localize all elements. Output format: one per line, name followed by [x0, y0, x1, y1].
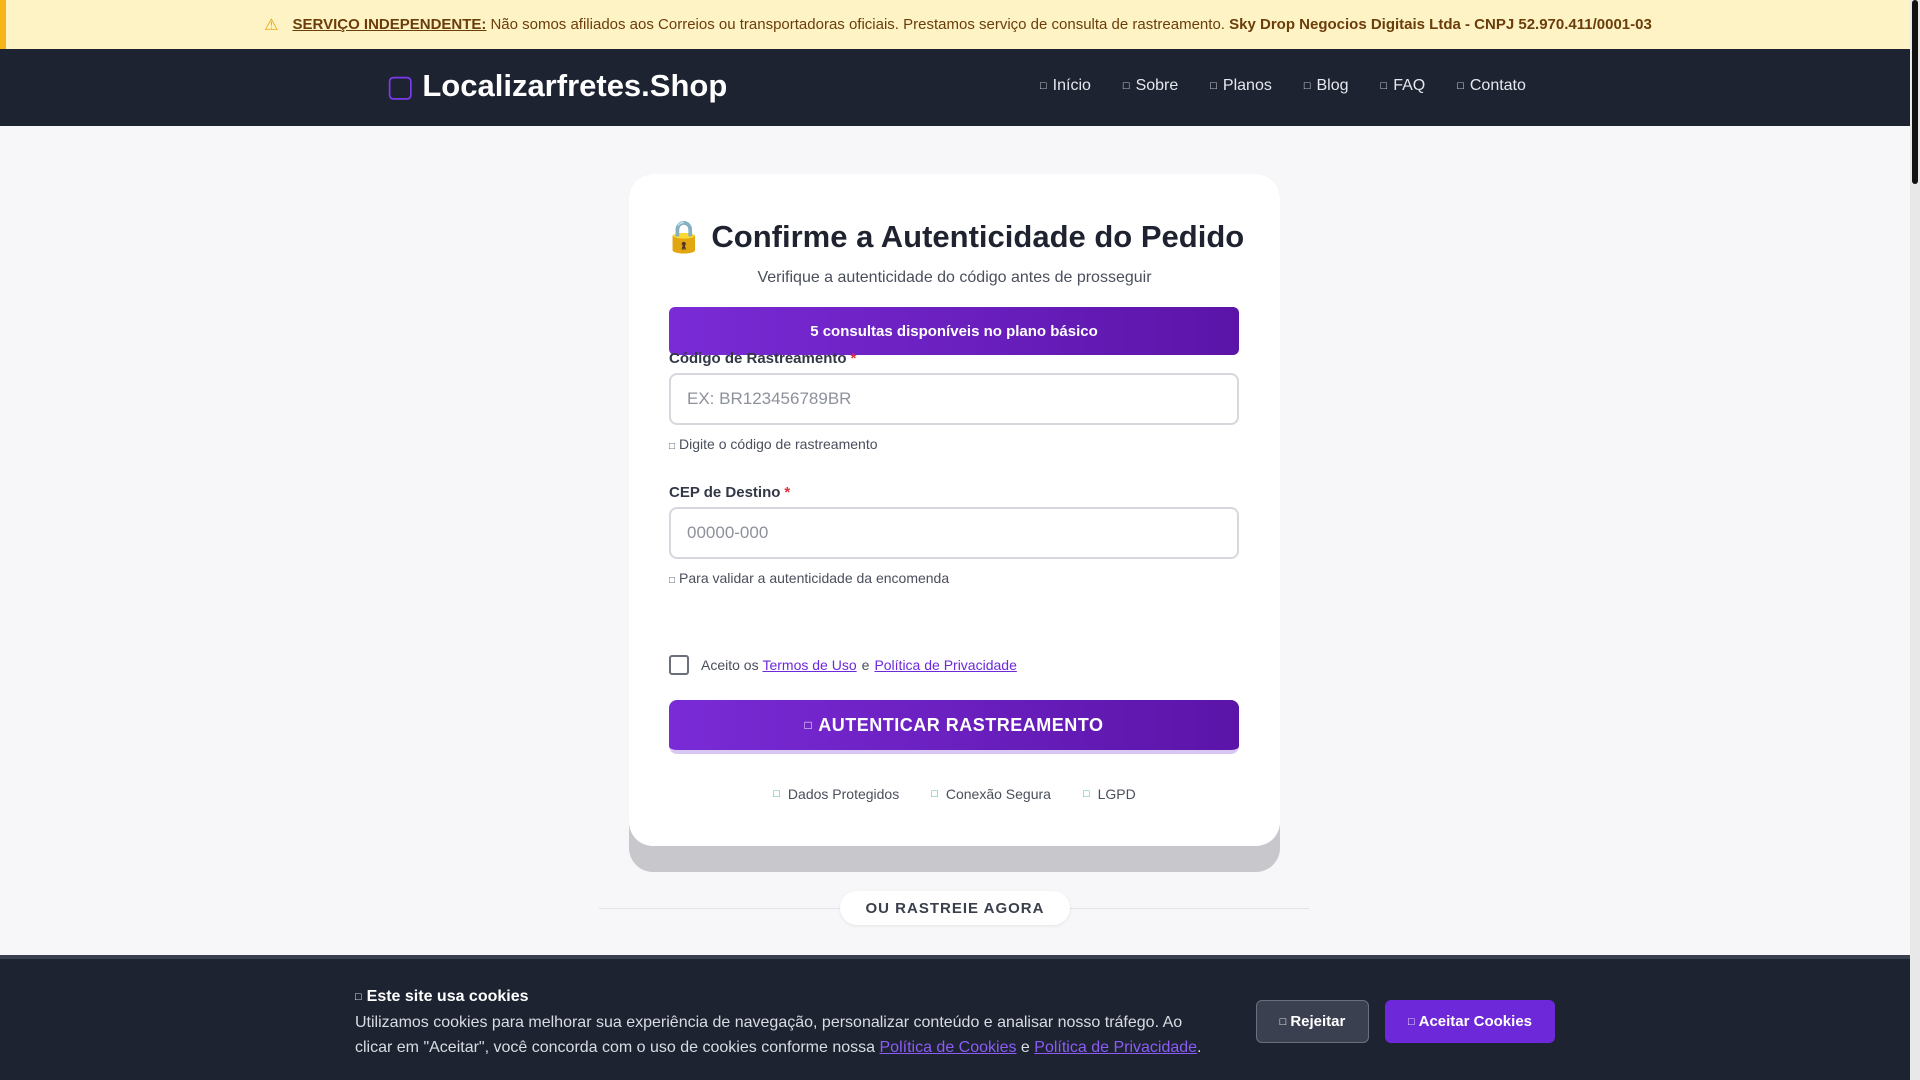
- authentication-card: 🔒 Confirme a Autenticidade do Pedido Veri…: [629, 174, 1280, 846]
- cookie-text-end: .: [1197, 1039, 1202, 1056]
- nav-item-label: Sobre: [1135, 77, 1179, 94]
- info-icon: □: [1122, 80, 1130, 92]
- mail-icon: □: [1457, 80, 1464, 92]
- notice-company: Sky Drop Negocios Digitais Ltda - CNPJ 5…: [1229, 16, 1652, 33]
- cookie-icon: □: [355, 991, 362, 1003]
- nav-item-label: Planos: [1222, 77, 1272, 94]
- cookie-privacy-link[interactable]: Política de Privacidade: [1034, 1039, 1197, 1056]
- cep-input[interactable]: [669, 507, 1239, 559]
- shield-icon: □: [773, 788, 780, 800]
- cookie-policy-link[interactable]: Política de Cookies: [880, 1039, 1017, 1056]
- close-icon: □: [1279, 1015, 1287, 1028]
- cep-label: CEP de Destino *: [669, 484, 790, 501]
- nav-item-label: Início: [1052, 77, 1091, 94]
- terms-conjunction: e: [861, 657, 870, 673]
- nav-item-inicio[interactable]: □ Início: [1040, 77, 1091, 95]
- accept-cookies-button[interactable]: □ Aceitar Cookies: [1385, 1000, 1555, 1043]
- cookie-title-text: Este site usa cookies: [366, 988, 529, 1005]
- nav-item-contato[interactable]: □ Contato: [1457, 77, 1526, 95]
- cookie-banner: □ Este site usa cookies Utilizamos cooki…: [0, 955, 1910, 1080]
- cookie-description: Utilizamos cookies para melhorar sua exp…: [355, 1010, 1215, 1060]
- badge-label: LGPD: [1097, 786, 1136, 802]
- tracking-code-label: Código de Rastreamento *: [669, 350, 856, 367]
- box-icon: ▢: [386, 69, 415, 103]
- nav-item-label: Blog: [1316, 77, 1349, 94]
- tag-icon: □: [1210, 80, 1217, 92]
- badge-secure-connection: □ Conexão Segura: [931, 786, 1051, 802]
- divider-label: OU RASTREIE AGORA: [840, 891, 1070, 925]
- scrollbar-thumb[interactable]: [1912, 0, 1918, 184]
- accept-label: Aceitar Cookies: [1418, 1013, 1533, 1030]
- badge-label: Dados Protegidos: [787, 786, 900, 802]
- nav-item-blog[interactable]: □ Blog: [1304, 77, 1349, 95]
- badge-protected-data: □ Dados Protegidos: [773, 786, 899, 802]
- nav-item-label: FAQ: [1393, 77, 1426, 94]
- blog-icon: □: [1303, 80, 1311, 92]
- required-marker: *: [784, 484, 791, 501]
- plan-banner: 5 consultas disponíveis no plano básico: [669, 307, 1239, 355]
- authenticate-tracking-button[interactable]: □ AUTENTICAR RASTREAMENTO: [669, 700, 1239, 754]
- terms-checkbox[interactable]: [669, 655, 689, 675]
- required-marker: *: [850, 350, 857, 367]
- nav-item-faq[interactable]: □ FAQ: [1381, 77, 1426, 95]
- notice-strong-label: SERVIÇO INDEPENDENTE:: [292, 16, 487, 33]
- independent-service-notice: ⚠ SERVIÇO INDEPENDENTE: Não somos afilia…: [0, 0, 1910, 49]
- authenticate-button-label: AUTENTICAR RASTREAMENTO: [818, 714, 1104, 735]
- tracking-code-hint-text: Digite o código de rastreamento: [679, 436, 878, 452]
- top-navbar: ▢ Localizarfretes.Shop □ Início □ Sobre …: [0, 49, 1910, 126]
- brand-name: Localizarfretes.Shop: [422, 68, 728, 103]
- terms-prefix: Aceito os: [701, 657, 759, 673]
- card-subtitle: Verifique a autenticidade do código ante…: [757, 269, 1152, 286]
- tracking-code-input[interactable]: [669, 373, 1239, 425]
- cep-hint-text: Para validar a autenticidade da encomend…: [679, 570, 950, 586]
- tracking-code-label-text: Código de Rastreamento: [669, 350, 847, 367]
- card-title-text: Confirme a Autenticidade do Pedido: [711, 219, 1245, 254]
- terms-of-use-link[interactable]: Termos de Uso: [762, 657, 856, 673]
- info-icon: □: [669, 575, 676, 586]
- main-menu: □ Início □ Sobre □ Planos □ Blog □ FAQ □…: [1040, 77, 1558, 95]
- notice-message: Não somos afiliados aos Correios ou tran…: [490, 16, 1225, 33]
- lock-icon: □: [931, 788, 938, 800]
- lock-icon: 🔒: [664, 219, 704, 254]
- reject-cookies-button[interactable]: □ Rejeitar: [1256, 1000, 1369, 1043]
- check-icon: □: [1407, 1015, 1415, 1028]
- cookie-title: □ Este site usa cookies: [355, 988, 529, 1006]
- tracking-code-hint: □ Digite o código de rastreamento: [669, 436, 878, 452]
- check-icon: □: [1082, 788, 1090, 800]
- card-title: 🔒 Confirme a Autenticidade do Pedido: [629, 218, 1280, 255]
- question-icon: □: [1380, 80, 1388, 92]
- shield-icon: □: [804, 718, 813, 732]
- brand-logo-link[interactable]: ▢ Localizarfretes.Shop: [386, 68, 727, 104]
- privacy-policy-link[interactable]: Política de Privacidade: [874, 657, 1016, 673]
- info-icon: □: [669, 441, 676, 452]
- badge-label: Conexão Segura: [945, 786, 1051, 802]
- warning-icon: ⚠: [264, 16, 279, 34]
- nav-item-sobre[interactable]: □ Sobre: [1123, 77, 1178, 95]
- cep-hint: □ Para validar a autenticidade da encomen…: [669, 570, 949, 586]
- nav-item-planos[interactable]: □ Planos: [1210, 77, 1272, 95]
- cookie-conjunction: e: [1020, 1039, 1030, 1056]
- badge-lgpd: □ LGPD: [1083, 786, 1136, 802]
- nav-item-label: Contato: [1469, 77, 1526, 94]
- home-icon: □: [1040, 80, 1047, 92]
- trust-badges: □ Dados Protegidos □ Conexão Segura □ LG…: [629, 786, 1280, 802]
- cep-label-text: CEP de Destino: [669, 484, 781, 501]
- terms-row: Aceito os Termos de Uso e Política de Pr…: [669, 655, 1017, 675]
- page-scrollbar[interactable]: [1910, 0, 1920, 1080]
- reject-label: Rejeitar: [1290, 1013, 1346, 1030]
